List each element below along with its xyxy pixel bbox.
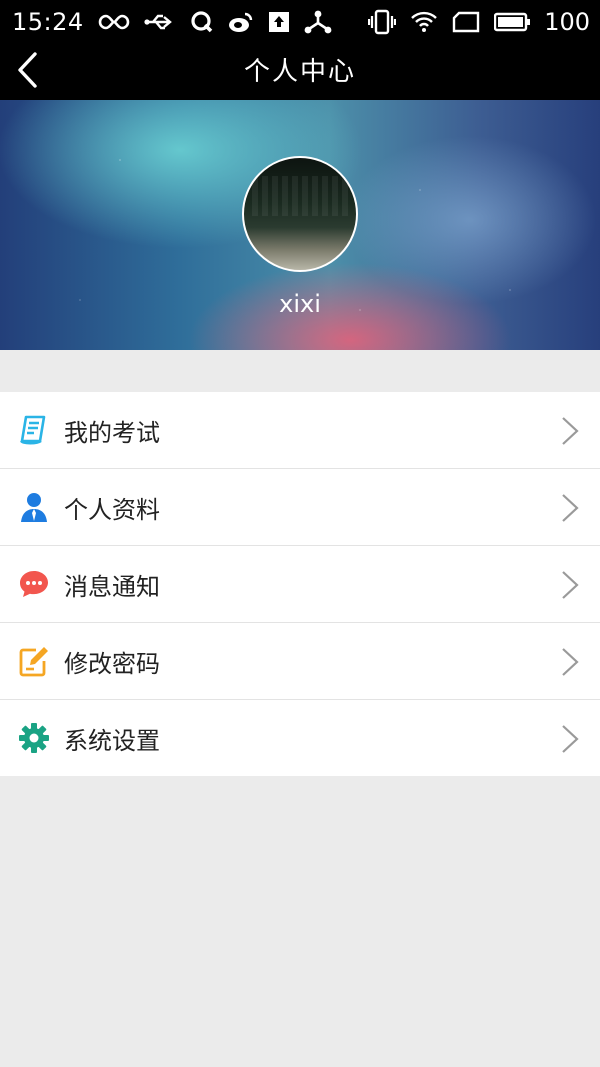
infinity-icon	[98, 13, 130, 31]
upload-icon	[268, 11, 290, 33]
settings-gear-icon	[17, 721, 51, 755]
share-icon	[304, 9, 332, 35]
avatar-photo	[252, 176, 352, 216]
chevron-right-icon	[560, 493, 580, 523]
system-icons: 100	[368, 8, 590, 36]
username: xixi	[279, 290, 321, 318]
message-icon	[17, 567, 51, 601]
chevron-right-icon	[560, 570, 580, 600]
menu-item-label: 消息通知	[64, 572, 160, 601]
chevron-right-icon	[560, 724, 580, 754]
avatar[interactable]	[242, 156, 358, 272]
profile-header: xixi	[0, 100, 600, 350]
menu-item-label: 修改密码	[64, 649, 160, 678]
title-bar: 个人中心	[0, 44, 600, 100]
status-time: 15:24	[12, 8, 84, 36]
chevron-right-icon	[560, 416, 580, 446]
menu-item-label: 我的考试	[64, 418, 160, 447]
status-bar: 15:24 100	[0, 0, 600, 44]
chevron-right-icon	[560, 647, 580, 677]
menu-item-profile[interactable]: 个人资料	[0, 469, 600, 546]
sim-icon	[452, 11, 480, 33]
wifi-icon	[410, 11, 438, 33]
usb-icon	[144, 12, 176, 32]
vibrate-icon	[368, 9, 397, 35]
battery-icon	[494, 12, 531, 32]
menu-item-label: 系统设置	[64, 726, 160, 755]
menu-item-notifications[interactable]: 消息通知	[0, 546, 600, 623]
menu-item-change-password[interactable]: 修改密码	[0, 623, 600, 700]
menu-item-my-exams[interactable]: 我的考试	[0, 392, 600, 469]
notification-icons	[98, 9, 332, 35]
q-app-icon	[190, 10, 214, 34]
profile-icon	[17, 490, 51, 524]
edit-password-icon	[17, 644, 51, 678]
battery-level: 100	[544, 8, 590, 36]
weibo-icon	[228, 11, 254, 33]
menu-list: 我的考试 个人资料 消息通知 修改密码 系统设置	[0, 392, 600, 776]
page-title: 个人中心	[243, 57, 356, 87]
menu-item-system-settings[interactable]: 系统设置	[0, 700, 600, 776]
exam-icon	[17, 413, 51, 447]
menu-item-label: 个人资料	[64, 495, 160, 524]
